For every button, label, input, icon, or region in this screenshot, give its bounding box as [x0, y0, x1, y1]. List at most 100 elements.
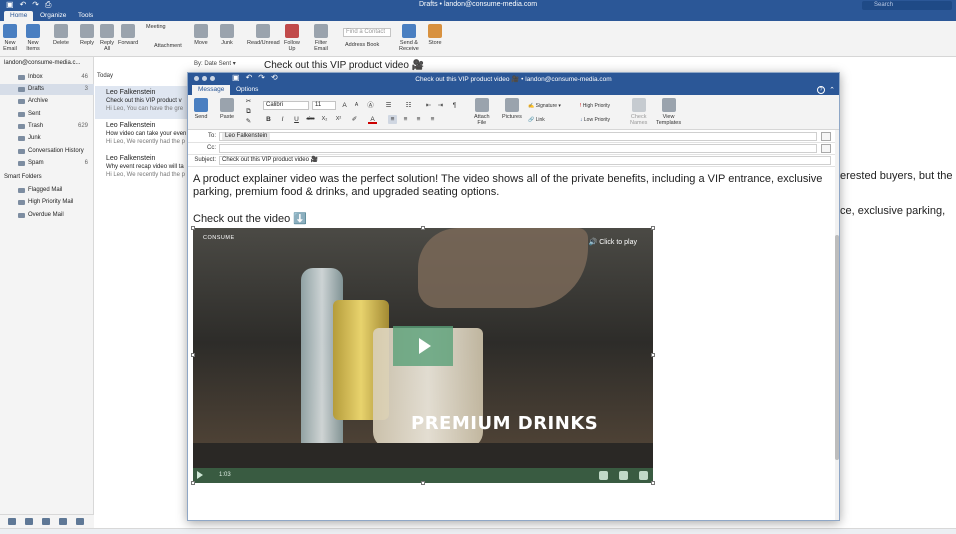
- filter-email-button[interactable]: Filter Email: [314, 24, 328, 52]
- sidebar-item-inbox[interactable]: Inbox 46: [0, 72, 94, 83]
- align-left-icon[interactable]: ≡: [388, 115, 397, 124]
- justify-icon[interactable]: ≡: [428, 115, 437, 124]
- video-thumbnail[interactable]: CONSUME 🔊 Click to play PREMIUM DRINKS 1…: [193, 228, 653, 483]
- help-icon[interactable]: ?: [817, 86, 825, 94]
- paragraph-marks-icon[interactable]: ¶: [450, 101, 459, 110]
- paste-button[interactable]: Paste: [220, 98, 234, 120]
- font-color-icon[interactable]: A: [368, 115, 377, 124]
- read-unread-button[interactable]: Read/Unread: [247, 24, 280, 46]
- cut-icon[interactable]: ✂: [244, 97, 253, 106]
- highlight-icon[interactable]: ✐: [350, 115, 359, 124]
- people-icon[interactable]: [42, 518, 50, 525]
- recipient-chip[interactable]: Leo Falkenstein: [222, 133, 271, 140]
- new-email-button[interactable]: New Email: [3, 24, 17, 52]
- to-field[interactable]: Leo Falkenstein: [219, 132, 817, 141]
- resize-handle[interactable]: [651, 481, 655, 485]
- follow-up-button[interactable]: Follow Up: [284, 24, 300, 52]
- sidebar-item-spam[interactable]: Spam 6: [0, 158, 94, 169]
- scrollbar-thumb[interactable]: [835, 235, 839, 460]
- play-icon[interactable]: [393, 326, 453, 366]
- smart-folders-header[interactable]: Smart Folders: [4, 174, 42, 180]
- notes-icon[interactable]: [76, 518, 84, 525]
- tab-message[interactable]: Message: [192, 85, 231, 95]
- low-priority-button[interactable]: ↓ Low Priority: [580, 117, 610, 123]
- click-to-play-label[interactable]: 🔊 Click to play: [589, 238, 637, 246]
- send-receive-button[interactable]: Send & Receive: [399, 24, 419, 52]
- resize-handle[interactable]: [651, 353, 655, 357]
- reply-all-button[interactable]: Reply All: [100, 24, 114, 52]
- decrease-indent-icon[interactable]: ⇤: [424, 101, 433, 110]
- resize-handle[interactable]: [421, 226, 425, 230]
- list-item[interactable]: Leo Falkenstein Why event recap video wi…: [95, 152, 187, 185]
- increase-indent-icon[interactable]: ⇥: [436, 101, 445, 110]
- list-item[interactable]: Leo Falkenstein How video can take your …: [95, 119, 187, 152]
- delete-button[interactable]: Delete: [53, 24, 69, 46]
- resize-handle[interactable]: [651, 226, 655, 230]
- superscript-button[interactable]: X²: [334, 115, 343, 124]
- forward-button[interactable]: Forward: [118, 24, 138, 46]
- send-button[interactable]: Send: [194, 98, 208, 120]
- fullscreen-icon[interactable]: [639, 471, 648, 480]
- copy-icon[interactable]: ⧉: [244, 107, 253, 116]
- tasks-icon[interactable]: [59, 518, 67, 525]
- volume-icon[interactable]: [599, 471, 608, 480]
- sidebar-item-trash[interactable]: Trash 629: [0, 121, 94, 132]
- resize-handle[interactable]: [191, 481, 195, 485]
- subscript-button[interactable]: X₂: [320, 115, 329, 124]
- group-header-today[interactable]: Today: [97, 73, 113, 79]
- sidebar-item-archive[interactable]: Archive: [0, 96, 94, 107]
- meeting-button[interactable]: Meeting: [146, 24, 166, 30]
- collapse-ribbon-icon[interactable]: ⌃: [829, 86, 835, 94]
- format-painter-icon[interactable]: ✎: [244, 117, 253, 126]
- compose-body[interactable]: A product explainer video was the perfec…: [193, 173, 833, 225]
- sidebar-item-junk[interactable]: Junk: [0, 133, 94, 144]
- sidebar-item-drafts[interactable]: Drafts 3: [0, 84, 94, 95]
- clear-formatting-icon[interactable]: Ⓐ: [366, 101, 375, 110]
- compose-scrollbar[interactable]: [835, 130, 839, 520]
- to-address-book-button[interactable]: [821, 132, 831, 141]
- junk-button[interactable]: Junk: [220, 24, 234, 46]
- address-book-button[interactable]: Address Book: [345, 42, 379, 48]
- high-priority-button[interactable]: ! High Priority: [580, 103, 610, 109]
- check-names-button[interactable]: Check Names: [630, 98, 647, 126]
- attachment-button[interactable]: Attachment: [154, 43, 182, 49]
- calendar-icon[interactable]: [25, 518, 33, 525]
- sidebar-item-conversation-history[interactable]: Conversation History: [0, 146, 94, 157]
- resize-handle[interactable]: [191, 226, 195, 230]
- mail-icon[interactable]: [8, 518, 16, 525]
- reply-button[interactable]: Reply: [80, 24, 94, 46]
- sidebar-item-sent[interactable]: Sent: [0, 109, 94, 120]
- sidebar-item-flagged-mail[interactable]: Flagged Mail: [0, 185, 94, 196]
- settings-icon[interactable]: [619, 471, 628, 480]
- italic-button[interactable]: I: [278, 115, 287, 124]
- bullets-icon[interactable]: ☰: [384, 101, 393, 110]
- view-templates-button[interactable]: View Templates: [656, 98, 681, 126]
- numbering-icon[interactable]: ☷: [404, 101, 413, 110]
- search-input[interactable]: Search: [862, 1, 952, 10]
- cc-address-book-button[interactable]: [821, 144, 831, 153]
- cc-field[interactable]: [219, 144, 817, 153]
- strikethrough-button[interactable]: abc: [306, 115, 315, 124]
- tab-tools[interactable]: Tools: [72, 11, 99, 21]
- store-button[interactable]: Store: [428, 24, 442, 46]
- tab-organize[interactable]: Organize: [34, 11, 72, 21]
- signature-button[interactable]: ✍ Signature ▾: [528, 103, 561, 109]
- shrink-font-icon[interactable]: A: [352, 101, 361, 110]
- attach-file-button[interactable]: Attach File: [474, 98, 490, 126]
- tab-home[interactable]: Home: [4, 11, 34, 21]
- font-name-select[interactable]: Calibri: [263, 101, 309, 110]
- grow-font-icon[interactable]: A: [340, 101, 349, 110]
- subject-field[interactable]: Check out this VIP product video 🎥: [219, 156, 831, 165]
- find-contact-input[interactable]: Find a Contact: [343, 28, 391, 37]
- resize-handle[interactable]: [421, 481, 425, 485]
- list-item[interactable]: Leo Falkenstein Check out this VIP produ…: [95, 86, 187, 119]
- move-button[interactable]: Move: [194, 24, 208, 46]
- sort-label[interactable]: By: Date Sent: [194, 61, 231, 67]
- account-name[interactable]: landon@consume-media.c...: [4, 60, 80, 66]
- sidebar-item-high-priority-mail[interactable]: High Priority Mail: [0, 197, 94, 208]
- sidebar-item-overdue-mail[interactable]: Overdue Mail: [0, 210, 94, 221]
- font-size-select[interactable]: 11: [312, 101, 336, 110]
- tab-options[interactable]: Options: [230, 85, 264, 95]
- align-right-icon[interactable]: ≡: [414, 115, 423, 124]
- link-button[interactable]: 🔗 Link: [528, 117, 545, 123]
